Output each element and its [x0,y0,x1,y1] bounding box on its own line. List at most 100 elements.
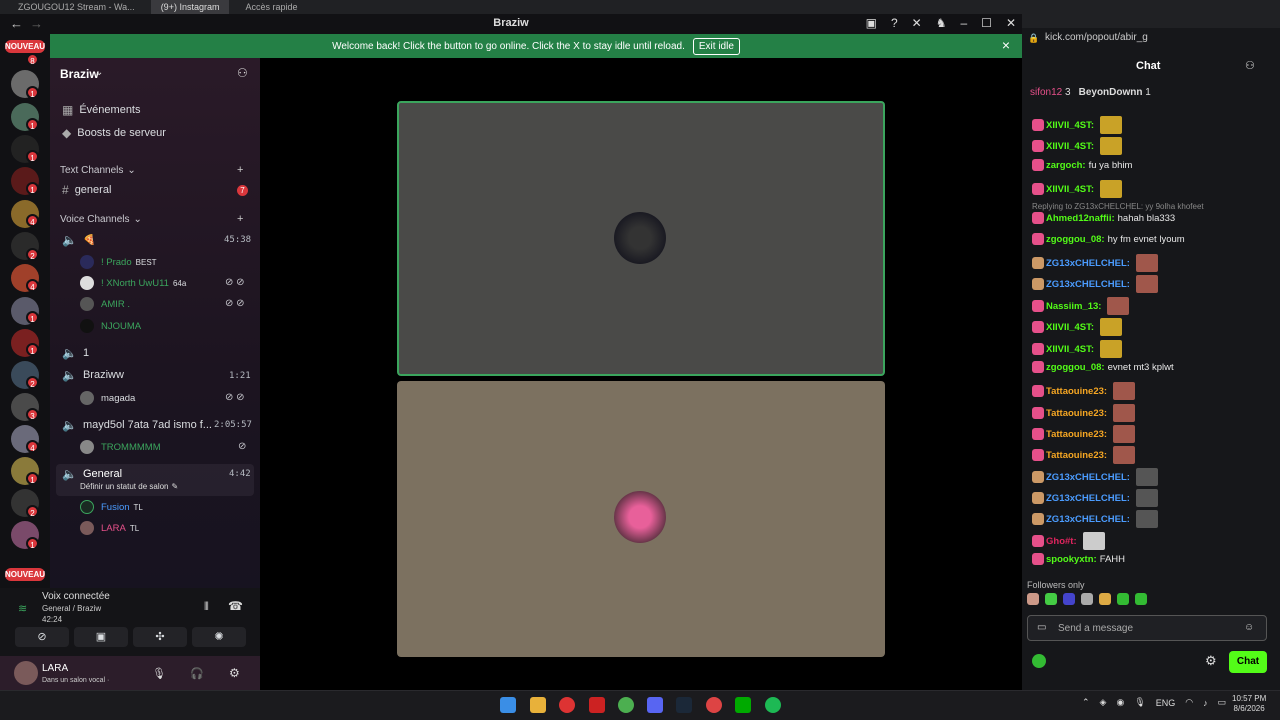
chevron-up-icon[interactable]: ⌃ [1082,697,1090,708]
emote-icon[interactable] [1027,593,1039,605]
chat-username[interactable]: zgoggou_08: [1046,234,1105,245]
add-channel-icon[interactable]: + [237,213,243,225]
chat-username[interactable]: XIIVII_4ST: [1046,184,1094,195]
gifter-entry[interactable]: BeyonDownn 1 [1079,87,1151,98]
emote-icon[interactable] [1135,593,1147,605]
chat-username[interactable]: Tattaouine23: [1046,429,1107,440]
microphone-icon[interactable]: 🎙 [1134,697,1145,708]
noise-suppression-icon[interactable]: ⦀ [204,601,209,614]
screen-share-button[interactable]: ▣ [74,627,128,647]
inbox-icon[interactable]: ▣ [866,16,877,30]
chat-username[interactable]: ZG13xCHELCHEL: [1046,493,1130,504]
app-icon[interactable] [735,697,751,713]
gifter-entry[interactable]: sifon12 3 [1030,87,1071,98]
chat-username[interactable]: Tattaouine23: [1046,408,1107,419]
volume-icon[interactable]: ♪ [1203,698,1208,708]
chat-username[interactable]: Tattaouine23: [1046,450,1107,461]
chat-username[interactable]: Gho#t: [1046,536,1077,547]
add-channel-icon[interactable]: + [237,164,243,176]
channel-general[interactable]: # general [62,183,111,197]
chat-username[interactable]: ZG13xCHELCHEL: [1046,472,1130,483]
chat-username[interactable]: zargoch: [1046,160,1086,171]
help-icon[interactable]: ? [891,16,898,30]
wifi-icon[interactable]: ◠ [1185,697,1193,708]
voice-user[interactable]: LARA TL [80,521,139,535]
activities-button[interactable]: ✣ [133,627,187,647]
text-channels-category[interactable]: Text Channels ⌄ [60,165,136,176]
settings-gear-icon[interactable]: ⚙ [229,666,240,680]
voice-user[interactable]: ! Prado BEST [80,255,157,269]
voice-user[interactable]: TROMMMMM [80,440,161,454]
app-icon[interactable] [589,697,605,713]
opera-icon[interactable] [559,697,575,713]
microphone-icon[interactable]: 🎙 [152,667,166,680]
camera-off-button[interactable]: ⊘ [15,627,69,647]
chat-username[interactable]: Ahmed12naffii: [1046,213,1115,224]
spotify-icon[interactable] [765,697,781,713]
windows-start-icon[interactable] [500,697,516,713]
battery-icon[interactable]: ▭ [1218,697,1227,708]
exit-idle-button[interactable]: Exit idle [692,37,740,55]
voice-channel[interactable]: 🔈 🍕 [62,233,95,247]
chat-username[interactable]: Nassiim_13: [1046,301,1101,312]
browser-tab[interactable]: (9+) Instagram [150,0,230,14]
participant-tile[interactable] [397,381,885,657]
chevron-down-icon[interactable]: ⌄ [95,67,103,78]
chat-username[interactable]: ZG13xCHELCHEL: [1046,279,1130,290]
browser-tab[interactable]: ZGOUGOU12 Stream - Wa... [8,0,145,14]
voice-user[interactable]: magada [80,391,135,405]
address-bar[interactable]: kick.com/popout/abir_g [1045,32,1148,43]
close-icon[interactable]: × [1002,37,1010,53]
voice-channel[interactable]: 🔈 mayd5ol 7ata 7ad ismo f... [62,418,212,432]
chat-username[interactable]: spookyxtn: [1046,554,1097,565]
emote-icon[interactable] [1045,593,1057,605]
avatar[interactable] [14,661,38,685]
chat-username[interactable]: XIIVII_4ST: [1046,322,1094,333]
file-explorer-icon[interactable] [530,697,546,713]
voice-channel[interactable]: 🔈 Braziww [62,368,124,382]
voice-user[interactable]: ! XNorth UwU11 64a [80,276,186,290]
boosts-link[interactable]: ◆ Boosts de serveur [62,126,166,140]
settings-gear-icon[interactable]: ⚙ [1205,653,1217,669]
close-icon[interactable]: ✕ [1006,16,1016,30]
discord-icon[interactable] [647,697,663,713]
opera-gx-icon[interactable] [706,697,722,713]
language-indicator[interactable]: ENG [1156,698,1176,708]
clock[interactable]: 10:57 PM 8/6/2026 [1232,694,1266,714]
headphones-icon[interactable]: 🎧 [190,667,204,680]
voice-location[interactable]: General / Braziw [42,604,101,613]
voice-channels-category[interactable]: Voice Channels ⌄ [60,214,142,225]
chrome-icon[interactable] [618,697,634,713]
voice-user[interactable]: NJOUMA [80,319,141,333]
tray-app-icon[interactable]: ◈ [1100,697,1107,708]
tools-icon[interactable]: ✕ [912,16,922,30]
guild-name[interactable]: Braziw [60,67,99,81]
emote-icon[interactable] [1063,593,1075,605]
browser-tab[interactable]: Accès rapide [235,0,307,14]
voice-channel[interactable]: 🔈 General [62,467,122,481]
minimize-icon[interactable]: – [960,16,967,30]
chat-username[interactable]: XIIVII_4ST: [1046,141,1094,152]
users-icon[interactable]: ⚇ [1245,59,1255,72]
chat-username[interactable]: XIIVII_4ST: [1046,344,1094,355]
chat-username[interactable]: Tattaouine23: [1046,386,1107,397]
signal-icon[interactable]: ≋ [18,602,27,615]
steam-icon[interactable] [676,697,692,713]
emote-icon[interactable] [1117,593,1129,605]
send-chat-button[interactable]: Chat [1229,651,1267,673]
maximize-icon[interactable]: ☐ [981,16,992,30]
voice-user[interactable]: AMIR . [80,297,130,311]
add-member-icon[interactable]: ⚇ [237,66,248,80]
channel-status[interactable]: Définir un statut de salon ✎ [80,482,178,491]
soundboard-button[interactable]: ✺ [192,627,246,647]
voice-channel[interactable]: 🔈 1 [62,346,89,360]
chat-username[interactable]: zgoggou_08: [1046,362,1105,373]
emote-icon[interactable] [1099,593,1111,605]
participant-tile-speaking[interactable] [397,101,885,376]
chat-username[interactable]: XIIVII_4ST: [1046,120,1094,131]
voice-user[interactable]: Fusion TL [80,500,143,514]
events-link[interactable]: ▦ Événements [62,103,141,117]
tray-app-icon[interactable]: ◉ [1116,697,1124,708]
emote-icon[interactable] [1081,593,1093,605]
extension-icon[interactable]: ♞ [936,16,947,30]
